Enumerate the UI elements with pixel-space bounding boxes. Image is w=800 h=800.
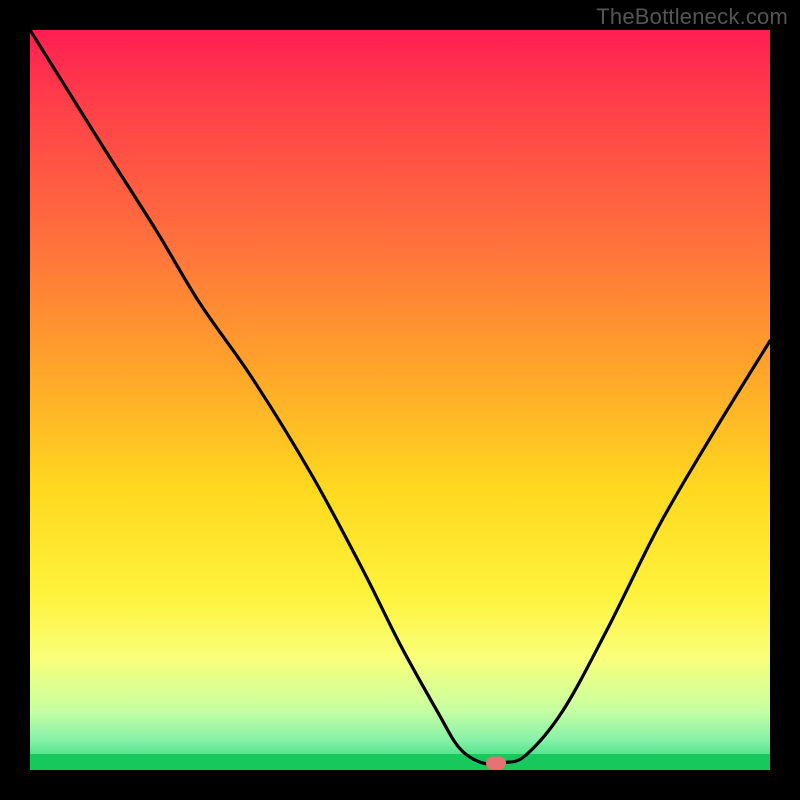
- bottleneck-curve: [30, 30, 770, 764]
- plot-area: [30, 30, 770, 770]
- chart-container: TheBottleneck.com: [0, 0, 800, 800]
- optimal-marker: [486, 756, 506, 769]
- watermark-text: TheBottleneck.com: [596, 4, 788, 30]
- curve-svg: [30, 30, 770, 770]
